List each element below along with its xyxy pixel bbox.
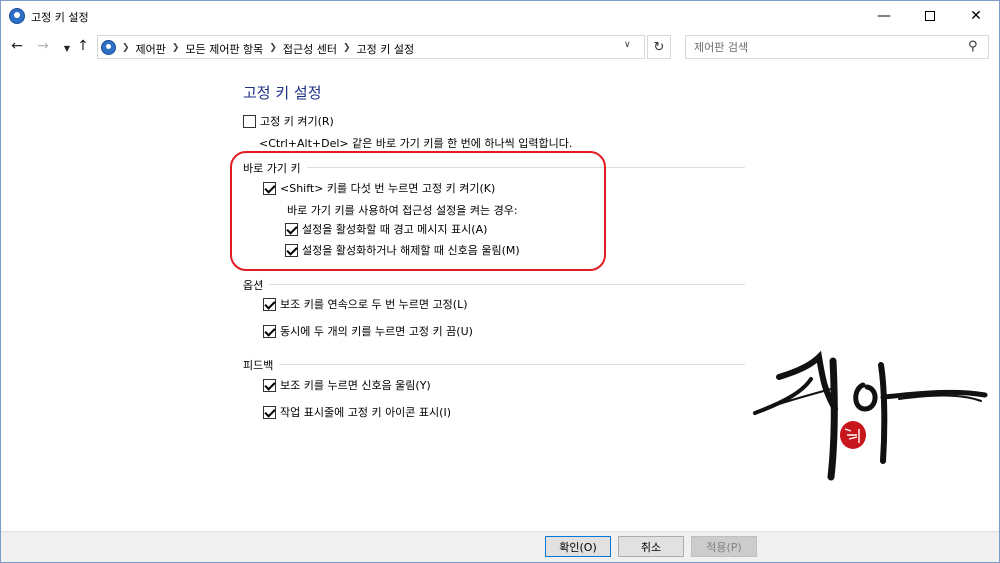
refresh-icon: ↻ [653, 39, 665, 55]
turn-on-sticky-keys-checkbox[interactable] [243, 114, 256, 128]
modifier-beep-label: 보조 키를 누르면 신호음 울림(Y) [280, 379, 431, 392]
search-input[interactable] [686, 36, 956, 58]
feedback-section-header: 피드백 [243, 357, 745, 373]
feedback-section-title: 피드백 [243, 357, 280, 373]
navigation-bar: ← → ▼ ↑ ❯ 제어판 ❯ 모든 제어판 항목 ❯ 접근성 센터 ❯ 고정 … [1, 31, 999, 63]
maximize-button[interactable] [907, 1, 953, 31]
minimize-icon: — [877, 8, 891, 24]
address-dropdown-icon[interactable]: ∨ [624, 40, 631, 50]
back-button[interactable]: ← [9, 38, 25, 54]
turn-on-sticky-keys-option[interactable]: 고정 키 켜기(R) [243, 113, 334, 129]
modifier-beep-checkbox[interactable] [263, 378, 276, 392]
chevron-right-icon[interactable]: ❯ [267, 41, 279, 57]
apply-button[interactable]: 적용(P) [691, 536, 757, 557]
breadcrumb-item-ease-of-access[interactable]: 접근성 센터 [279, 41, 341, 57]
breadcrumb-item-sticky-keys[interactable]: 고정 키 설정 [353, 41, 419, 57]
lock-modifier-label: 보조 키를 연속으로 두 번 누르면 고정(L) [280, 298, 468, 311]
close-icon: ✕ [970, 8, 982, 24]
breadcrumb-item-all-items[interactable]: 모든 제어판 항목 [181, 41, 267, 57]
chevron-down-icon: ▼ [63, 43, 71, 53]
recent-locations-button[interactable]: ▼ [59, 40, 75, 56]
dialog-footer: 확인(O) 취소 적용(P) [1, 531, 999, 562]
turn-off-two-keys-label: 동시에 두 개의 키를 누르면 고정 키 끔(U) [280, 325, 473, 338]
taskbar-icon-label: 작업 표시줄에 고정 키 아이콘 표시(I) [280, 406, 451, 419]
up-arrow-icon: ↑ [77, 38, 89, 54]
control-panel-icon [9, 8, 25, 24]
lock-modifier-checkbox[interactable] [263, 297, 276, 311]
refresh-button[interactable]: ↻ [647, 35, 671, 59]
breadcrumb-item-control-panel[interactable]: 제어판 [132, 41, 170, 57]
red-highlight-annotation [230, 151, 606, 271]
search-icon[interactable]: ⚲ [968, 39, 978, 54]
modifier-beep-option[interactable]: 보조 키를 누르면 신호음 울림(Y) [263, 377, 431, 393]
taskbar-icon-checkbox[interactable] [263, 405, 276, 419]
window-title: 고정 키 설정 [31, 11, 89, 24]
forward-arrow-icon: → [37, 38, 49, 54]
control-panel-icon [101, 40, 116, 55]
title-bar: 고정 키 설정 — ✕ [1, 1, 999, 31]
up-button[interactable]: ↑ [75, 38, 91, 54]
chevron-right-icon[interactable]: ❯ [120, 41, 132, 57]
taskbar-icon-option[interactable]: 작업 표시줄에 고정 키 아이콘 표시(I) [263, 404, 451, 420]
ok-button[interactable]: 확인(O) [545, 536, 611, 557]
address-bar[interactable]: ❯ 제어판 ❯ 모든 제어판 항목 ❯ 접근성 센터 ❯ 고정 키 설정 ∨ [97, 35, 645, 59]
breadcrumb: ❯ 제어판 ❯ 모든 제어판 항목 ❯ 접근성 센터 ❯ 고정 키 설정 [120, 41, 418, 57]
forward-button[interactable]: → [35, 38, 51, 54]
turn-off-two-keys-checkbox[interactable] [263, 324, 276, 338]
calligraphy-signature-watermark [753, 350, 988, 481]
options-section-header: 옵션 [243, 277, 745, 293]
maximize-icon [925, 11, 935, 21]
search-box[interactable]: ⚲ [685, 35, 989, 59]
turn-on-sticky-keys-label: 고정 키 켜기(R) [260, 115, 334, 128]
chevron-right-icon[interactable]: ❯ [341, 41, 353, 57]
turn-on-description: <Ctrl+Alt+Del> 같은 바로 가기 키를 한 번에 하나씩 입력합니… [259, 137, 573, 150]
sticky-keys-window: 고정 키 설정 — ✕ ← → ▼ ↑ ❯ 제어판 ❯ 모든 제어판 항목 ❯ … [0, 0, 1000, 563]
close-button[interactable]: ✕ [953, 1, 999, 31]
section-divider [243, 364, 745, 365]
back-arrow-icon: ← [11, 38, 23, 54]
minimize-button[interactable]: — [861, 1, 907, 31]
section-divider [243, 284, 745, 285]
turn-off-two-keys-option[interactable]: 동시에 두 개의 키를 누르면 고정 키 끔(U) [263, 323, 473, 339]
options-section-title: 옵션 [243, 277, 270, 293]
cancel-button[interactable]: 취소 [618, 536, 684, 557]
chevron-right-icon[interactable]: ❯ [170, 41, 182, 57]
lock-modifier-option[interactable]: 보조 키를 연속으로 두 번 누르면 고정(L) [263, 296, 468, 312]
page-title: 고정 키 설정 [243, 84, 322, 102]
